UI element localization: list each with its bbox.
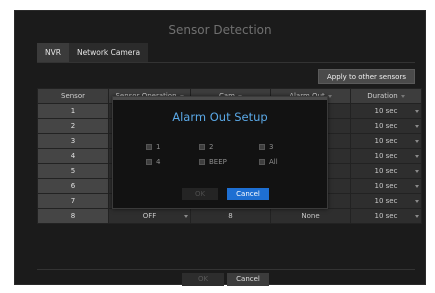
duration-select[interactable]: 10 sec (350, 163, 422, 179)
duration-select[interactable]: 10 sec (350, 133, 422, 149)
tab-divider (37, 62, 415, 63)
sensor-id: 6 (37, 178, 109, 194)
chevron-down-icon (327, 94, 332, 98)
option-4[interactable]: 4 (146, 158, 160, 166)
dialog-ok-button[interactable]: OK (182, 188, 218, 200)
sensor-id: 4 (37, 148, 109, 164)
dropdown-arrow-icon (415, 155, 419, 158)
dialog-title: Alarm Out Setup (172, 110, 268, 124)
header-sensor: Sensor (37, 88, 109, 104)
dropdown-arrow-icon (415, 140, 419, 143)
duration-select[interactable]: 10 sec (350, 148, 422, 164)
sensor-id: 1 (37, 103, 109, 119)
duration-select[interactable]: 10 sec (350, 118, 422, 134)
window-title: Sensor Detection (168, 23, 272, 37)
table-row: 8 OFF 8 None 10 sec (37, 208, 422, 224)
apply-to-other-sensors-button[interactable]: Apply to other sensors (318, 69, 415, 84)
alarm-out-setup-dialog: Alarm Out Setup 1 2 3 4 BEEP All OK Canc… (112, 96, 328, 209)
duration-select[interactable]: 10 sec (350, 193, 422, 209)
checkbox-icon[interactable] (199, 144, 205, 150)
duration-select[interactable]: 10 sec (350, 103, 422, 119)
duration-select[interactable]: 10 sec (350, 208, 422, 224)
alarm-out-select[interactable]: None (270, 208, 351, 224)
checkbox-icon[interactable] (146, 144, 152, 150)
option-2[interactable]: 2 (199, 143, 213, 151)
tab-nvr[interactable]: NVR (37, 43, 69, 62)
dialog-top-bar (113, 97, 327, 100)
dropdown-arrow-icon (415, 110, 419, 113)
footer-ok-button[interactable]: OK (182, 273, 224, 286)
sensor-id: 5 (37, 163, 109, 179)
duration-select[interactable]: 10 sec (350, 178, 422, 194)
dropdown-arrow-icon (415, 125, 419, 128)
dropdown-arrow-icon (415, 185, 419, 188)
footer-cancel-button[interactable]: Cancel (227, 273, 269, 286)
checkbox-icon[interactable] (199, 159, 205, 165)
sensor-id: 3 (37, 133, 109, 149)
dialog-cancel-button[interactable]: Cancel (227, 188, 269, 200)
option-beep[interactable]: BEEP (199, 158, 227, 166)
dropdown-arrow-icon (184, 215, 188, 218)
tab-network-camera[interactable]: Network Camera (68, 43, 149, 62)
option-1[interactable]: 1 (146, 143, 160, 151)
sensor-id: 2 (37, 118, 109, 134)
chevron-down-icon (400, 94, 405, 98)
tab-bar: NVR Network Camera (37, 43, 149, 62)
footer-divider (37, 269, 415, 270)
checkbox-icon[interactable] (259, 159, 265, 165)
checkbox-icon[interactable] (259, 144, 265, 150)
sensor-operation-select[interactable]: OFF (108, 208, 191, 224)
dropdown-arrow-icon (415, 170, 419, 173)
option-3[interactable]: 3 (259, 143, 273, 151)
option-all[interactable]: All (259, 158, 278, 166)
dropdown-arrow-icon (415, 215, 419, 218)
sensor-id: 8 (37, 208, 109, 224)
sensor-id: 7 (37, 193, 109, 209)
dropdown-arrow-icon (415, 200, 419, 203)
cam-select[interactable]: 8 (190, 208, 271, 224)
header-duration[interactable]: Duration (350, 88, 422, 104)
checkbox-icon[interactable] (146, 159, 152, 165)
